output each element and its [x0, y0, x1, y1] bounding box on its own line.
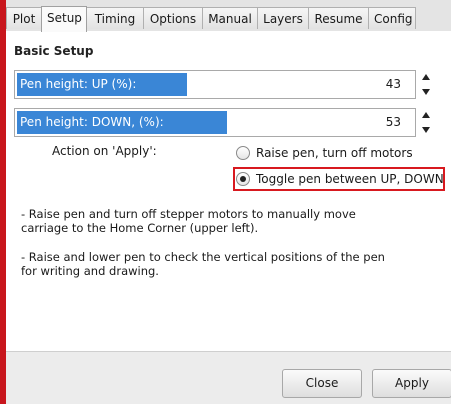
arrow-up-icon [421, 74, 430, 80]
radio-raise-pen[interactable]: Raise pen, turn off motors [236, 142, 413, 164]
pen-down-slider[interactable]: Pen height: DOWN, (%): 53 [14, 108, 416, 137]
dialog-panel: Plot Setup Timing Options Manual Layers … [6, 0, 451, 404]
tab-options[interactable]: Options [143, 7, 203, 29]
tab-timing[interactable]: Timing [86, 7, 144, 29]
section-title: Basic Setup [14, 44, 94, 58]
apply-button[interactable]: Apply [372, 369, 451, 398]
arrow-up-icon [421, 112, 430, 118]
tab-manual[interactable]: Manual [202, 7, 258, 29]
pen-down-decrement-button[interactable] [419, 123, 432, 137]
setup-tab-content: Basic Setup Pen height: UP (%): 43 Pen h… [6, 31, 451, 351]
tab-setup[interactable]: Setup [41, 6, 87, 32]
pen-up-increment-button[interactable] [419, 70, 432, 84]
description-raise-pen: - Raise pen and turn off stepper motors … [21, 207, 401, 235]
pen-up-spinner [419, 70, 432, 99]
tab-bar: Plot Setup Timing Options Manual Layers … [6, 0, 451, 32]
pen-down-increment-button[interactable] [419, 108, 432, 122]
pen-up-label: Pen height: UP (%): [20, 77, 137, 91]
arrow-down-icon [421, 127, 430, 133]
radio-raise-pen-label: Raise pen, turn off motors [256, 146, 413, 160]
dialog-footer: Close Apply [6, 351, 451, 404]
radio-button-icon [236, 146, 250, 160]
action-on-apply-label: Action on 'Apply': [52, 144, 157, 158]
highlight-annotation-box [233, 167, 445, 191]
tab-layers[interactable]: Layers [257, 7, 309, 29]
arrow-down-icon [421, 89, 430, 95]
pen-up-slider[interactable]: Pen height: UP (%): 43 [14, 70, 416, 99]
close-button[interactable]: Close [282, 369, 362, 398]
pen-down-value: 53 [385, 115, 401, 129]
tab-config[interactable]: Config [368, 7, 416, 29]
pen-up-decrement-button[interactable] [419, 85, 432, 99]
tab-resume[interactable]: Resume [308, 7, 369, 29]
description-text: - Raise pen and turn off stepper motors … [21, 207, 356, 235]
pen-down-label: Pen height: DOWN, (%): [20, 115, 164, 129]
pen-up-value: 43 [385, 77, 401, 91]
description-text: - Raise and lower pen to check the verti… [21, 250, 385, 278]
tab-plot[interactable]: Plot [6, 7, 42, 29]
pen-down-spinner [419, 108, 432, 137]
description-toggle-pen: - Raise and lower pen to check the verti… [21, 250, 401, 278]
